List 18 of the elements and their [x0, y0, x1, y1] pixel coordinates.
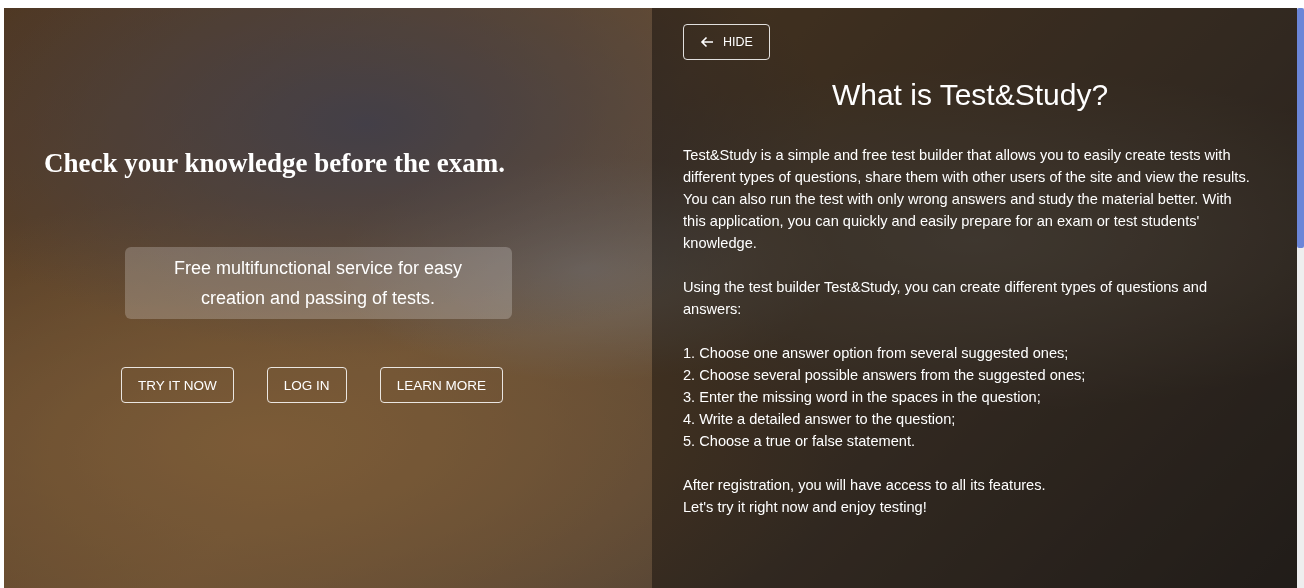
hide-button[interactable]: HIDE: [683, 24, 770, 60]
info-text-line: 2. Choose several possible answers from the suggested ones;: [683, 366, 1087, 385]
info-title: What is Test&Study?: [830, 78, 1110, 112]
info-text-line: Let's try it right now and enjoy testing!: [683, 498, 928, 517]
info-text-line: 5. Choose a true or false statement.: [683, 432, 916, 451]
hero-button[interactable]: TRY IT NOW: [121, 367, 234, 403]
info-text-line: 3. Enter the missing word in the spaces in the question;: [683, 388, 1042, 407]
info-text-line: Test&Study is a simple and free test builder that allows you to easily create tests with different types of questions, share them with other users of the site and view the results. You can also run the test with only wrong answers and study the material better. With this application, you can quickly and easily prepare for an exam or test students' knowledge.: [683, 146, 1251, 253]
hero-subtitle: Free multifunctional service for easy creation and passing of tests.: [124, 247, 512, 319]
info-text-line: Using the test builder Test&Study, you can create different types of questions and answers:: [683, 278, 1209, 319]
arrow-left-icon: [700, 36, 714, 48]
scrollbar[interactable]: [1297, 8, 1304, 588]
info-text-line: 1. Choose one answer option from several suggested ones;: [683, 344, 1070, 363]
hero-button[interactable]: LOG IN: [266, 367, 347, 403]
hero-button[interactable]: LEARN MORE: [379, 367, 503, 403]
info-text-line: After registration, you will have access to all its features.: [683, 476, 1047, 495]
info-text-line: 4. Write a detailed answer to the question;: [683, 410, 957, 429]
hero-heading: Check your knowledge before the exam.: [43, 148, 506, 179]
